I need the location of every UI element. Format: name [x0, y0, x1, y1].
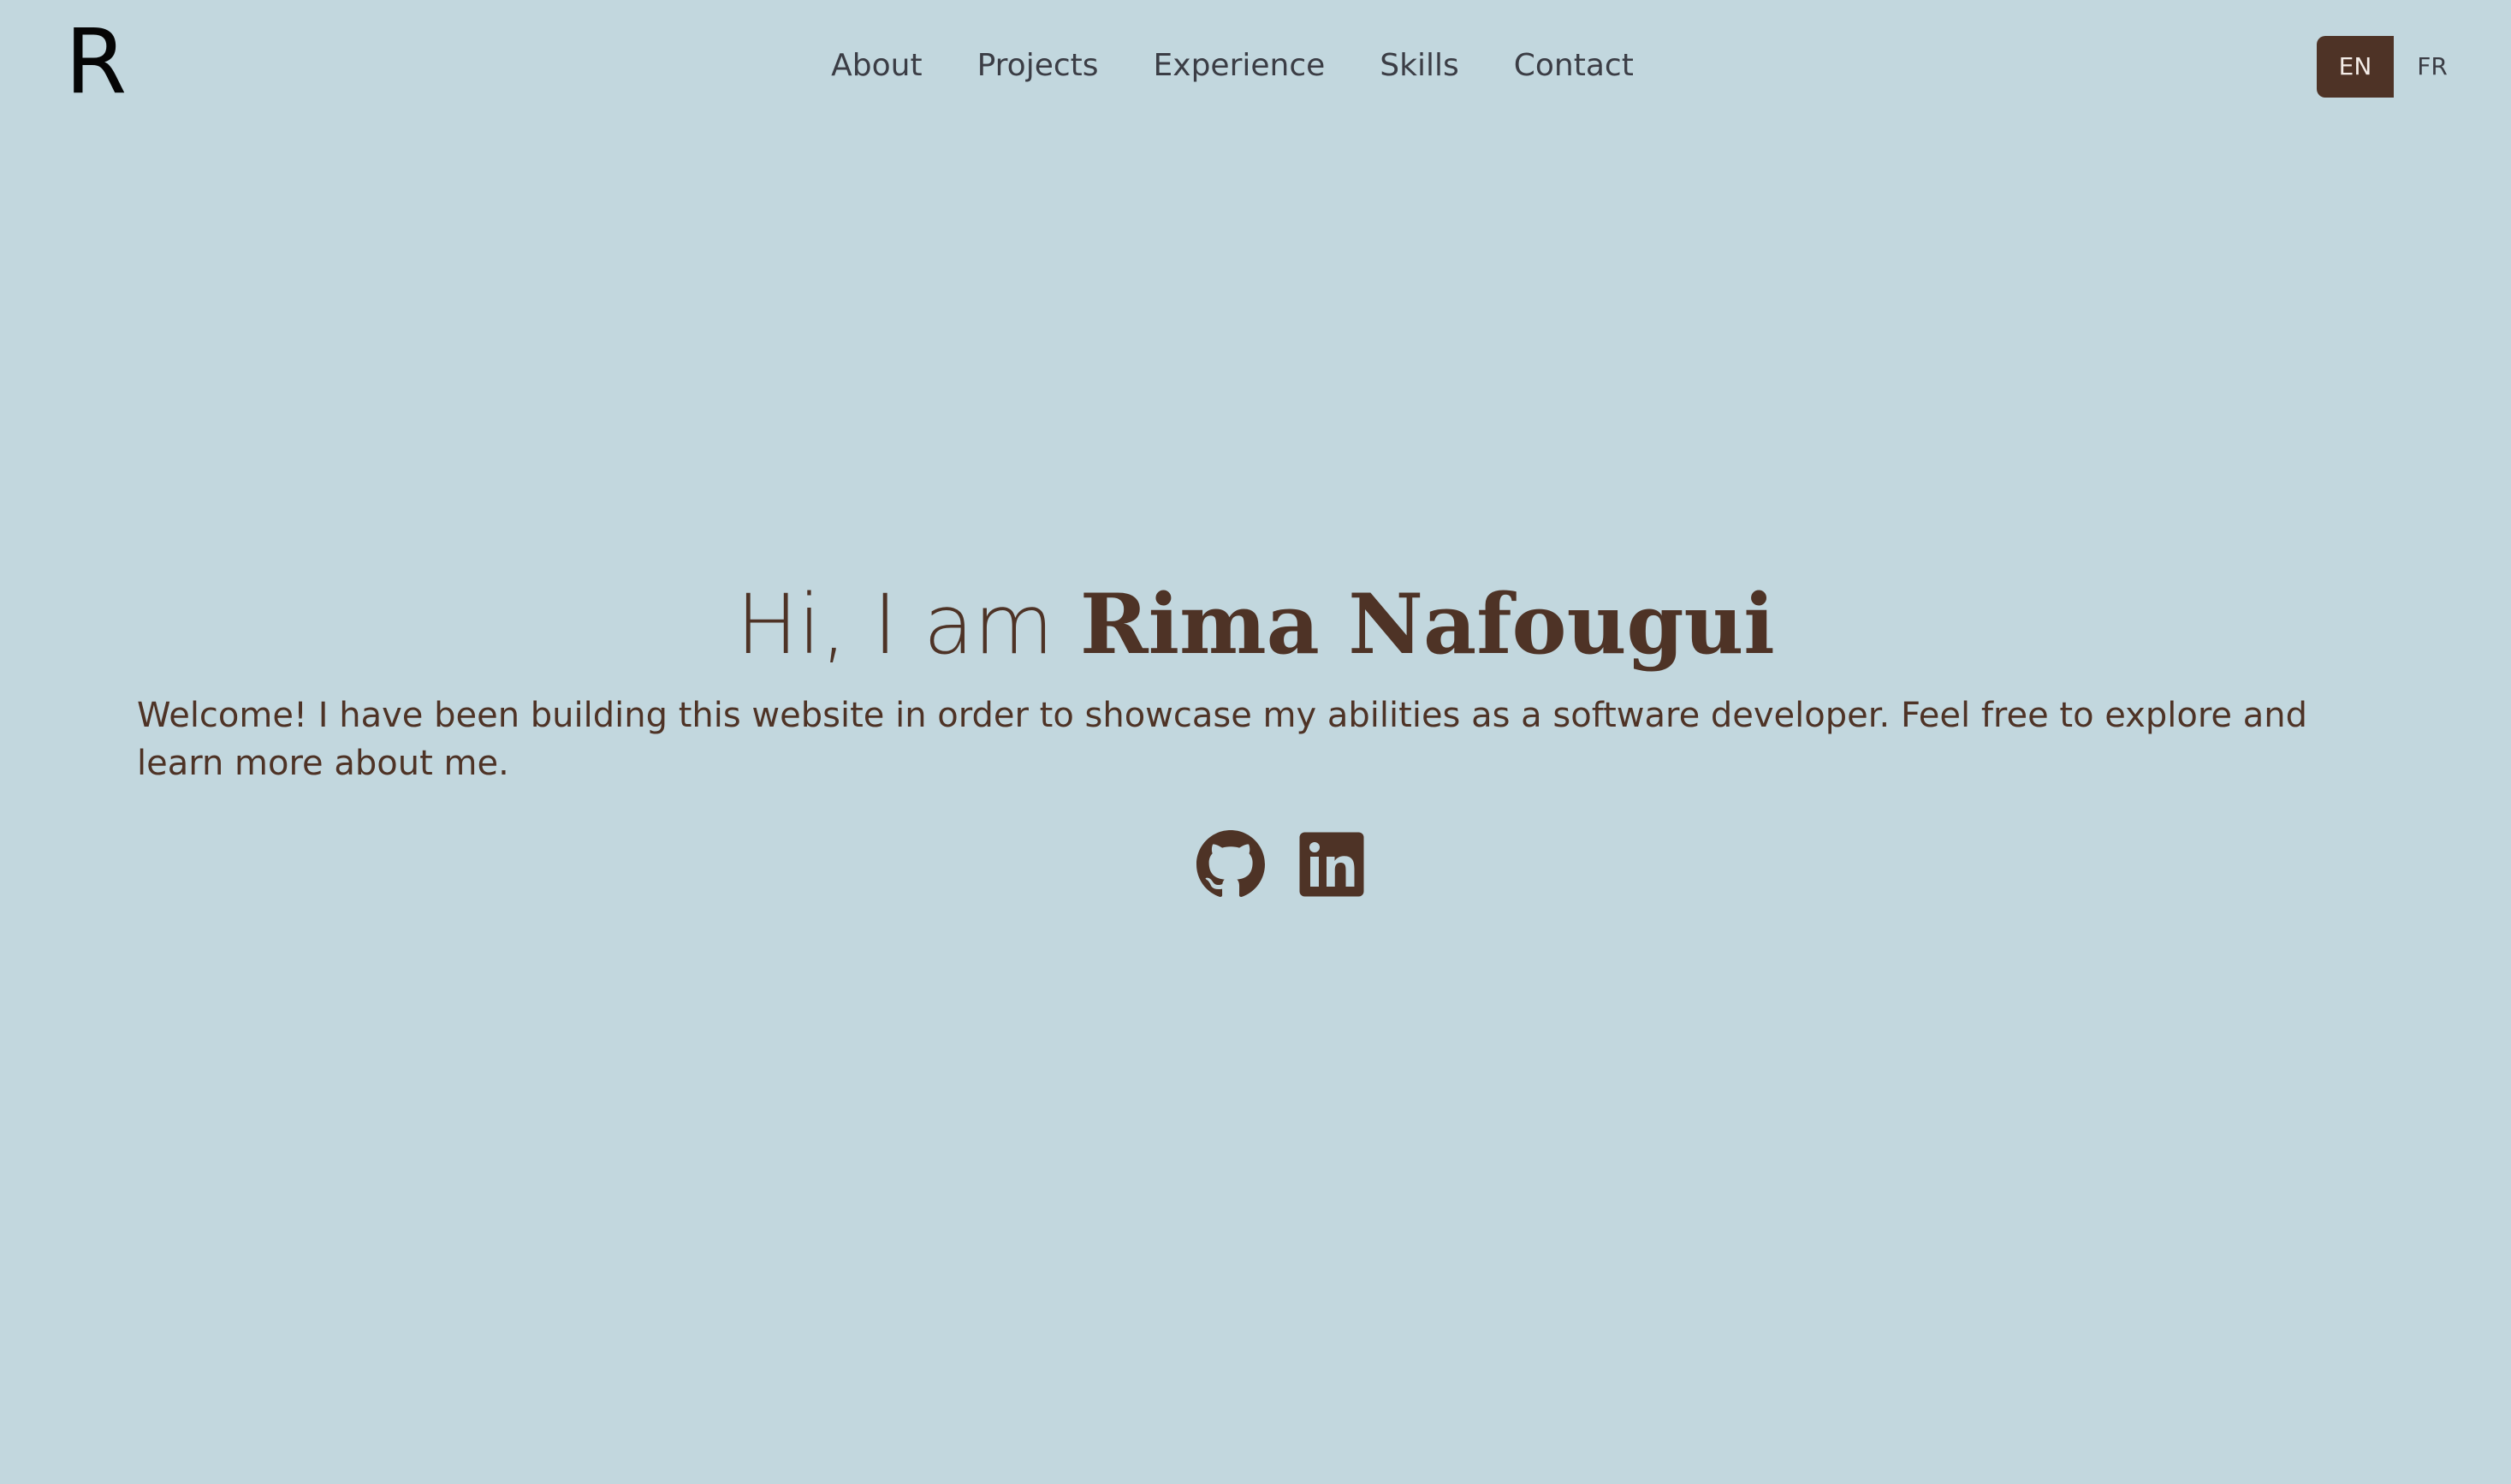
hero-greeting: Hi, I am [736, 577, 1080, 673]
main-nav: About Projects Experience Skills Contact [0, 45, 2465, 87]
linkedin-icon [1299, 832, 1364, 897]
nav-about[interactable]: About [831, 45, 922, 87]
linkedin-link[interactable] [1297, 830, 1366, 899]
language-fr-button[interactable]: FR [2394, 36, 2471, 98]
nav-experience[interactable]: Experience [1154, 45, 1326, 87]
github-link[interactable] [1196, 830, 1265, 899]
nav-projects[interactable]: Projects [977, 45, 1099, 87]
hero-name: Rima Nafougui [1079, 576, 1775, 673]
nav-skills[interactable]: Skills [1380, 45, 1458, 87]
hero-intro: Welcome! I have been building this websi… [137, 696, 2307, 783]
language-switcher: EN FR [2317, 36, 2471, 98]
hero-title: Hi, I am Rima Nafougui [137, 565, 2374, 685]
nav-contact[interactable]: Contact [1514, 45, 1634, 87]
github-icon [1196, 830, 1265, 898]
language-en-button[interactable]: EN [2317, 36, 2394, 98]
site-header: R About Projects Experience Skills Conta… [0, 0, 2511, 134]
hero-section: Hi, I am Rima Nafougui Welcome! I have b… [137, 565, 2374, 787]
social-links [0, 830, 2511, 899]
